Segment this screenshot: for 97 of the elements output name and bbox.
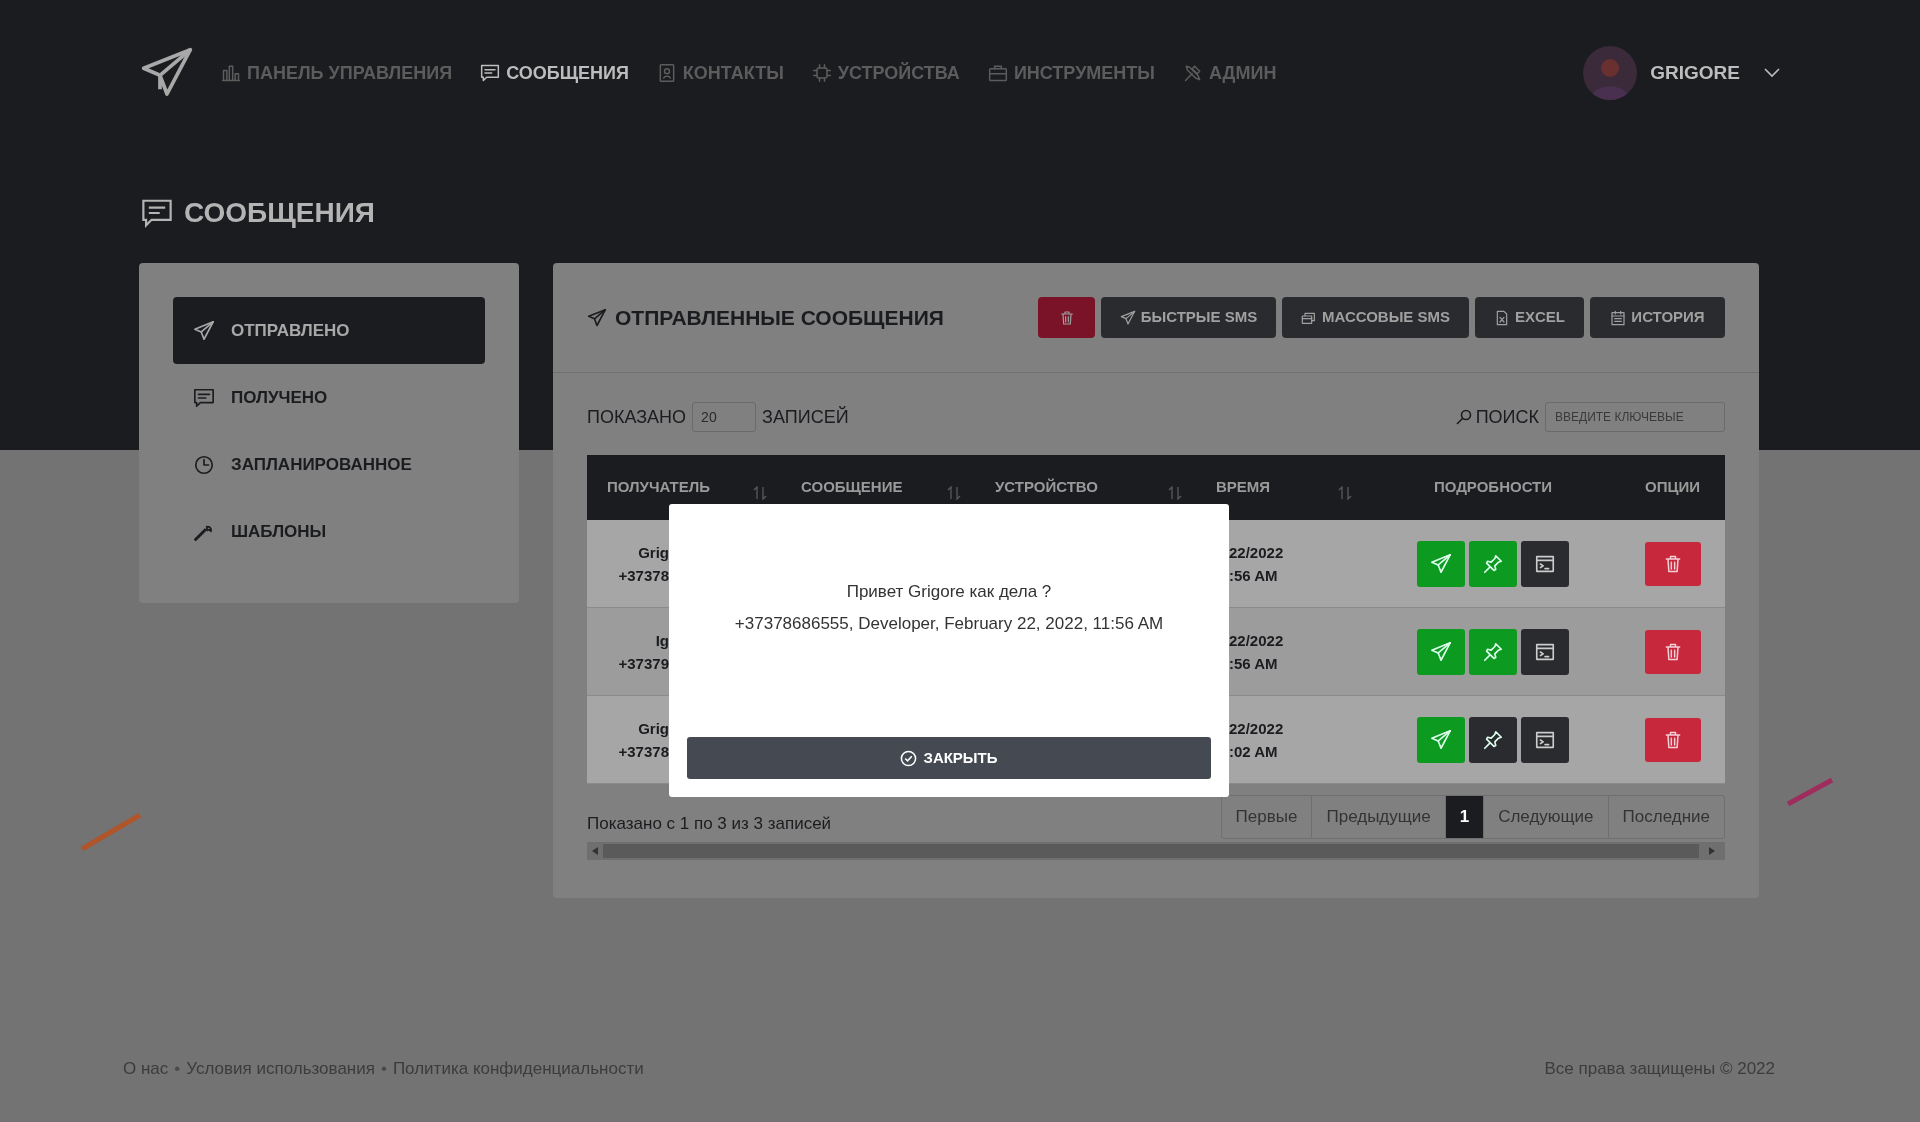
- calendar-icon: [1610, 309, 1627, 326]
- message-icon: [480, 63, 501, 83]
- resend-button[interactable]: [1417, 540, 1465, 587]
- send-icon: [1430, 640, 1452, 663]
- table-cell-text: Grig: [638, 542, 669, 563]
- table-cell-text: 22/2022: [1229, 630, 1284, 651]
- modal-message: Привет Grigore как дела ?: [846, 581, 1052, 603]
- table-cell-text: +37378: [618, 565, 669, 586]
- panel-title: ОТПРАВЛЕННЫЕ СООБЩЕНИЯ: [615, 304, 944, 331]
- sidebar-item[interactable]: ПОЛУЧЕНО: [173, 364, 485, 431]
- sidebar-item[interactable]: ЗАПЛАНИРОВАННОЕ: [173, 431, 485, 498]
- delete-all-button[interactable]: [1038, 297, 1095, 338]
- sort-icon[interactable]: [947, 485, 961, 500]
- pagination-button[interactable]: 1: [1444, 796, 1484, 838]
- sidebar-item[interactable]: ШАБЛОНЫ: [173, 498, 485, 565]
- avatar[interactable]: [1583, 46, 1638, 100]
- toolbar-button[interactable]: МАССОВЫЕ SMS: [1282, 297, 1469, 338]
- details-button[interactable]: [1521, 628, 1569, 675]
- close-button[interactable]: ЗАКРЫТЬ: [687, 737, 1211, 779]
- trash-icon: [1058, 309, 1075, 326]
- chip-icon: [811, 63, 832, 83]
- scroll-left-icon[interactable]: [592, 847, 598, 855]
- column-header[interactable]: УСТРОЙСТВО: [995, 476, 1098, 499]
- table-cell-text: 22/2022: [1229, 542, 1284, 563]
- length-label: ЗАПИСЕЙ: [762, 405, 849, 429]
- decorative-stroke: [80, 813, 142, 851]
- footer-link[interactable]: Политика конфиденциальности: [392, 1056, 644, 1082]
- chevron-down-icon[interactable]: [1764, 68, 1780, 78]
- pagination-button[interactable]: Предыдущие: [1311, 796, 1445, 838]
- toolbar-button[interactable]: БЫСТРЫЕ SMS: [1101, 297, 1276, 338]
- separator-dot: •: [380, 1058, 387, 1080]
- user-name[interactable]: GRIGORE: [1650, 58, 1740, 88]
- table-cell-text: 22/2022: [1229, 718, 1284, 739]
- table-cell-text: :56 AM: [1229, 565, 1278, 586]
- footer-link[interactable]: Условия использования: [186, 1056, 375, 1082]
- pagination-button[interactable]: Следующие: [1483, 796, 1608, 838]
- table-cell-text: Ig: [655, 630, 669, 651]
- delete-button[interactable]: [1644, 541, 1701, 586]
- sidebar-item[interactable]: ОТПРАВЛЕНО: [173, 297, 485, 364]
- page-size-field[interactable]: 20: [692, 402, 757, 432]
- briefcase-icon: [987, 63, 1008, 83]
- nav-link[interactable]: ПАНЕЛЬ УПРАВЛЕНИЯ: [221, 59, 453, 87]
- message-icon: [193, 386, 215, 409]
- table-cell-text: :56 AM: [1229, 653, 1278, 674]
- pin-button[interactable]: [1469, 716, 1517, 763]
- copyright-text: Все права защищены © 2022: [1544, 1058, 1775, 1080]
- pagination-button[interactable]: Последние: [1607, 796, 1724, 838]
- send-icon: [1119, 309, 1136, 326]
- horizontal-scrollbar[interactable]: [587, 842, 1725, 860]
- scroll-right-icon[interactable]: [1709, 847, 1715, 855]
- pin-icon: [1482, 552, 1504, 575]
- column-header[interactable]: ВРЕМЯ: [1216, 476, 1271, 499]
- tools-icon: [1182, 63, 1203, 83]
- bar-chart-icon: [221, 63, 241, 83]
- message-icon: [140, 198, 174, 228]
- length-label: ПОКАЗАНО: [587, 405, 687, 429]
- nav-link[interactable]: СООБЩЕНИЯ: [480, 59, 629, 87]
- table-cell-text: +37379: [618, 653, 669, 674]
- sort-icon[interactable]: [753, 485, 767, 500]
- nav-link[interactable]: УСТРОЙСТВА: [811, 59, 960, 87]
- details-button[interactable]: [1521, 540, 1569, 587]
- clock-icon: [193, 453, 215, 476]
- resend-button[interactable]: [1417, 628, 1465, 675]
- nav-link[interactable]: АДМИН: [1182, 59, 1277, 87]
- decorative-stroke: [1786, 778, 1834, 806]
- column-header[interactable]: ПОЛУЧАТЕЛЬ: [607, 476, 711, 499]
- check-circle-icon: [900, 749, 918, 767]
- send-icon: [1430, 552, 1452, 575]
- separator-dot: •: [174, 1058, 181, 1080]
- sort-icon[interactable]: [1338, 485, 1352, 500]
- toolbar-button[interactable]: ИСТОРИЯ: [1590, 297, 1725, 338]
- table-cell-text: +37378: [618, 741, 669, 762]
- column-header[interactable]: ПОДРОБНОСТИ: [1433, 476, 1553, 499]
- column-header[interactable]: СООБЩЕНИЕ: [801, 476, 903, 499]
- delete-button[interactable]: [1644, 629, 1701, 674]
- pagination-button[interactable]: Первые: [1221, 796, 1312, 838]
- details-button[interactable]: [1521, 716, 1569, 763]
- sort-icon[interactable]: [1168, 485, 1182, 500]
- column-header[interactable]: ОПЦИИ: [1645, 476, 1700, 499]
- spreadsheet-icon: [1494, 309, 1510, 326]
- page-title: СООБЩЕНИЯ: [184, 196, 375, 230]
- search-icon: [1455, 409, 1472, 425]
- table-cell-text: Grig: [638, 718, 669, 739]
- table-cell-text: :02 AM: [1229, 741, 1278, 762]
- nav-link[interactable]: КОНТАКТЫ: [656, 59, 784, 87]
- pin-icon: [1482, 640, 1504, 663]
- modal-details: +37378686555, Developer, February 22, 2022, 11:56 AM: [734, 612, 1164, 635]
- table-info: Показано с 1 по 3 из 3 записей: [587, 813, 832, 836]
- pin-icon: [1482, 728, 1504, 751]
- send-icon: [193, 319, 215, 342]
- delete-button[interactable]: [1644, 717, 1701, 762]
- toolbar-button[interactable]: EXCEL: [1475, 297, 1584, 338]
- search-field[interactable]: ВВЕДИТЕ КЛЮЧЕВЫЕ: [1545, 402, 1725, 432]
- search-label: ПОИСК: [1475, 405, 1539, 429]
- send-icon: [587, 307, 607, 328]
- nav-link[interactable]: ИНСТРУМЕНТЫ: [987, 59, 1155, 87]
- send-icon: [1430, 728, 1452, 751]
